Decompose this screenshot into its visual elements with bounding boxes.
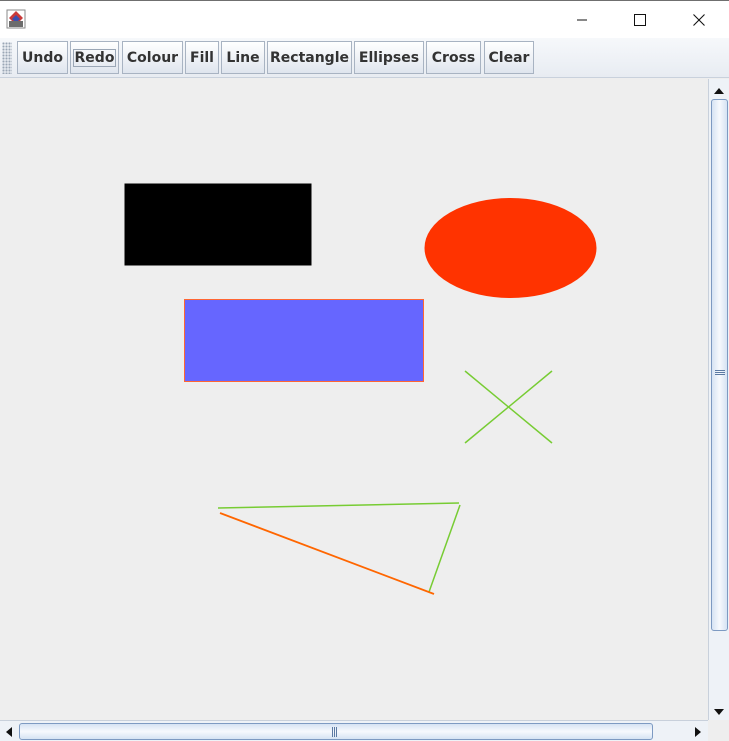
- line-button[interactable]: Line: [221, 41, 265, 74]
- title-bar: [0, 1, 729, 38]
- drawing-canvas[interactable]: [0, 79, 708, 720]
- arrow-right-icon: [695, 722, 701, 741]
- minimize-button[interactable]: [553, 1, 611, 38]
- red-ellipse-shape: [424, 198, 597, 298]
- maximize-icon: [634, 13, 646, 26]
- toolbar: Undo Redo Colour Fill Line Rectangle Ell…: [0, 38, 729, 78]
- green-cross-shape: [464, 370, 553, 444]
- undo-button[interactable]: Undo: [17, 41, 68, 74]
- scroll-left-button[interactable]: [0, 721, 18, 741]
- cross-button-label: Cross: [431, 49, 476, 66]
- arrow-up-icon: [714, 79, 724, 98]
- redo-button-label: Redo: [72, 48, 117, 67]
- rectangle-button-label: Rectangle: [270, 49, 349, 66]
- scrollbar-corner: [708, 720, 729, 741]
- ellipses-button[interactable]: Ellipses: [354, 41, 424, 74]
- clear-button-label: Clear: [488, 49, 530, 66]
- colour-button[interactable]: Colour: [122, 41, 183, 74]
- fill-button[interactable]: Fill: [185, 41, 219, 74]
- black-rectangle-shape: [124, 183, 312, 266]
- scroll-down-button[interactable]: [709, 700, 729, 719]
- scroll-right-button[interactable]: [688, 721, 708, 741]
- close-button[interactable]: [670, 1, 728, 38]
- green-line-right: [428, 504, 461, 593]
- colour-button-label: Colour: [126, 49, 179, 66]
- arrow-down-icon: [714, 700, 724, 719]
- close-icon: [693, 13, 705, 26]
- orange-line: [219, 512, 435, 595]
- app-window: Undo Redo Colour Fill Line Rectangle Ell…: [0, 0, 729, 741]
- vertical-scrollbar[interactable]: [708, 79, 729, 720]
- thumb-grip-icon: [715, 370, 725, 375]
- green-line-top: [217, 502, 460, 509]
- cross-button[interactable]: Cross: [426, 41, 481, 74]
- arrow-left-icon: [6, 722, 12, 741]
- scroll-up-button[interactable]: [709, 79, 729, 98]
- blue-rectangle-shape: [184, 299, 424, 382]
- vertical-scroll-thumb[interactable]: [711, 99, 728, 631]
- clear-button[interactable]: Clear: [484, 41, 534, 74]
- undo-button-label: Undo: [22, 49, 63, 66]
- line-button-label: Line: [226, 49, 260, 66]
- rectangle-button[interactable]: Rectangle: [267, 41, 352, 74]
- horizontal-scroll-thumb[interactable]: [19, 723, 653, 740]
- redo-button[interactable]: Redo: [70, 41, 119, 74]
- fill-button-label: Fill: [190, 49, 214, 66]
- toolbar-grip-handle[interactable]: [2, 42, 12, 74]
- maximize-button[interactable]: [611, 1, 669, 38]
- thumb-grip-icon: [332, 727, 337, 737]
- minimize-icon: [576, 14, 588, 26]
- ellipses-button-label: Ellipses: [358, 49, 420, 66]
- java-app-icon: [6, 9, 26, 29]
- horizontal-scrollbar[interactable]: [0, 720, 708, 741]
